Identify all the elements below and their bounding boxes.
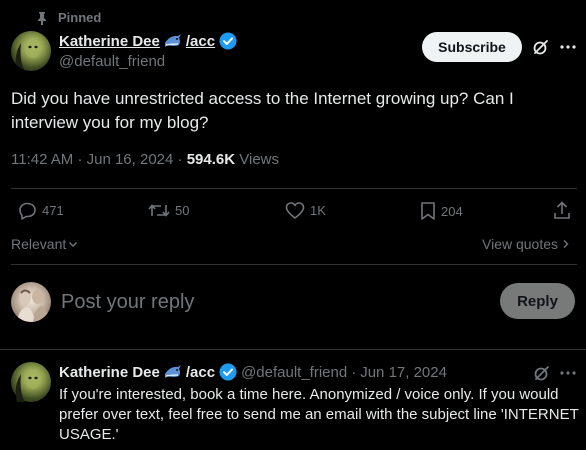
view-quotes-label: View quotes <box>482 236 559 252</box>
reply-input[interactable] <box>61 287 481 317</box>
like-count: 1K <box>310 203 326 218</box>
repost-count: 50 <box>175 203 190 218</box>
reply-date[interactable]: Jun 17, 2024 <box>360 364 447 381</box>
verified-badge-icon <box>219 32 237 50</box>
author-name-suffix[interactable]: /acc <box>186 33 215 50</box>
divider <box>11 264 577 265</box>
pin-icon <box>36 11 48 25</box>
chevron-right-icon <box>562 239 570 249</box>
reply-author-name-suffix[interactable]: /acc <box>186 364 215 381</box>
reply-author-name[interactable]: Katherine Dee <box>59 364 160 381</box>
author-name[interactable]: Katherine Dee <box>59 33 160 50</box>
grok-icon[interactable] <box>532 38 550 56</box>
author-avatar[interactable] <box>11 31 51 71</box>
pinned-indicator: Pinned <box>36 10 101 25</box>
user-avatar[interactable] <box>11 282 51 322</box>
chevron-down-icon <box>68 239 78 249</box>
reply-author-handle[interactable]: @default_friend <box>241 364 347 381</box>
pinned-label: Pinned <box>58 10 102 25</box>
grok-icon[interactable] <box>533 364 551 382</box>
repost-icon <box>148 201 170 220</box>
verified-badge-icon <box>219 363 237 381</box>
sort-relevant-dropdown[interactable]: Relevant <box>11 236 78 252</box>
divider <box>0 349 586 350</box>
tweet-views-label: Views <box>239 151 279 168</box>
shark-emoji-icon <box>164 364 182 380</box>
share-button[interactable] <box>553 201 571 220</box>
tweet-meta: 11:42 AM · Jun 16, 2024 · 594.6K Views <box>11 151 279 168</box>
more-icon[interactable] <box>559 364 577 382</box>
divider <box>11 188 577 189</box>
view-quotes-link[interactable]: View quotes <box>482 236 570 252</box>
tweet-text: Did you have unrestricted access to the … <box>11 89 514 132</box>
bookmark-stat-button[interactable]: 204 <box>420 201 463 221</box>
like-stat-button[interactable]: 1K <box>285 201 326 220</box>
author-handle[interactable]: @default_friend <box>59 53 165 70</box>
bookmark-count: 204 <box>441 203 463 219</box>
reply-stat-button[interactable]: 471 <box>18 201 64 220</box>
bookmark-icon <box>420 201 436 221</box>
reply-author-avatar[interactable] <box>11 362 51 402</box>
tweet-views-count: 594.6K <box>186 151 236 168</box>
shark-emoji-icon <box>164 33 182 49</box>
tweet-time[interactable]: 11:42 AM <box>11 151 73 168</box>
reply-button[interactable]: Reply <box>500 283 575 319</box>
tweet-date[interactable]: Jun 16, 2024 <box>87 151 174 168</box>
reply-count: 471 <box>42 203 64 218</box>
more-icon[interactable] <box>559 38 577 56</box>
reply-tweet-text: If you're interested, book a time here. … <box>59 386 579 443</box>
subscribe-button[interactable]: Subscribe <box>422 32 522 62</box>
separator-dot: · <box>351 363 357 381</box>
share-icon <box>553 201 571 220</box>
relevant-label: Relevant <box>11 236 67 252</box>
reply-icon <box>18 201 37 220</box>
reply-tweet-header: Katherine Dee /acc @default_friend · Jun… <box>59 363 447 381</box>
like-icon <box>285 201 305 220</box>
repost-stat-button[interactable]: 50 <box>148 201 189 220</box>
author-name-row[interactable]: Katherine Dee /acc <box>59 32 237 50</box>
